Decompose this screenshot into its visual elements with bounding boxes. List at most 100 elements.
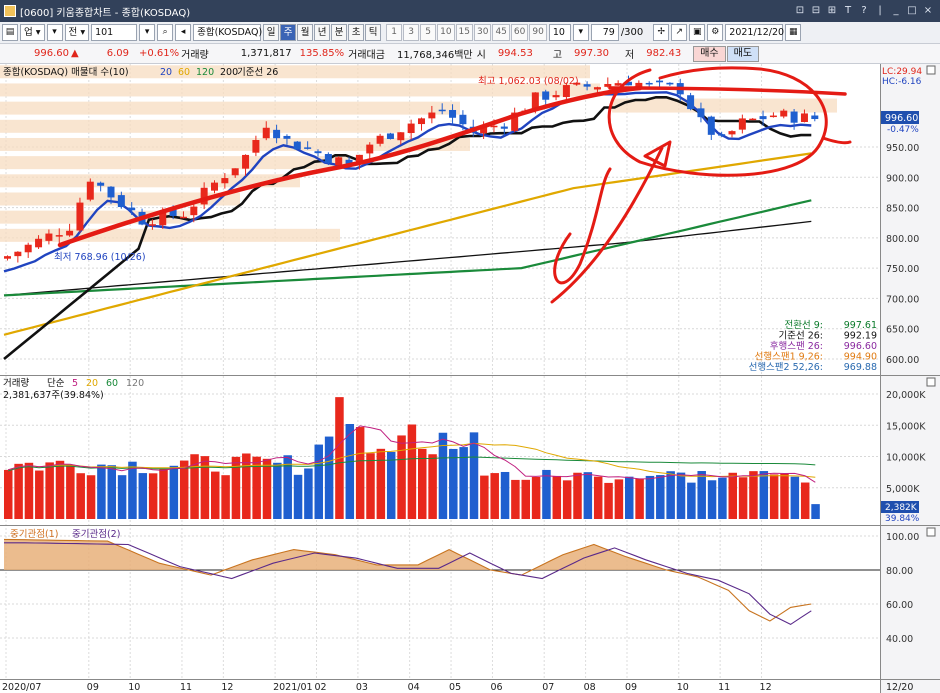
price-axis-label: 600.00 [886,355,919,366]
chevron-down-icon[interactable]: ▾ [46,24,63,41]
interval-button[interactable]: 5 [420,24,437,41]
search-icon[interactable]: ⌕ [157,24,174,41]
period-button[interactable]: 일 [263,24,280,41]
candle-body [107,186,115,198]
candle-body [128,207,136,211]
period-buttons: 일주월년분초틱 [263,24,382,41]
volume-legend-period: 20 [86,378,98,389]
volume-bar [552,475,562,519]
interval-button[interactable]: 3 [403,24,420,41]
chart-area[interactable]: 종합(KOSDAQ) 매물대 수(10) 20 60 120 200 기준선 26 최… [0,64,940,693]
interval-button[interactable]: 1 [386,24,403,41]
quote-low: 982.43 [646,48,682,59]
volume-bar [107,465,116,519]
volume-bar [542,469,551,519]
gear-icon[interactable]: ⚙ [707,24,724,41]
volume-bar [562,480,572,519]
calendar-icon[interactable]: ▦ [785,24,802,41]
quote-amount: 11,768,346백만 [396,50,473,61]
panel-close-icon[interactable] [926,377,936,387]
name-field[interactable]: 종합(KOSDAQ) [193,24,262,41]
period-button[interactable]: 월 [297,24,314,41]
interval-button[interactable]: 30 [474,24,492,41]
period-button[interactable]: 틱 [365,24,382,41]
candle-body [728,131,736,135]
period-button[interactable]: 년 [314,24,331,41]
candle-body [718,134,726,136]
prev-next-icon[interactable]: ◂ [175,24,192,41]
window-button[interactable]: ⊞ [826,4,838,17]
crosshair-icon[interactable]: ✢ [653,24,670,41]
low-label: 저 [625,50,635,61]
period-button[interactable]: 주 [280,24,297,41]
window-button[interactable]: □ [906,4,918,17]
code-dropdown-icon[interactable]: ▾ [139,24,156,41]
volume-axis-label: 10,000K [886,453,926,464]
time-axis-label: 10 [677,682,689,693]
window-button[interactable]: ⊡ [794,4,806,17]
volume-axis-label: 5,000K [886,484,920,495]
interval-dropdown-icon[interactable]: ▾ [572,24,589,41]
volume-bar [262,458,272,519]
panel-close-icon[interactable] [926,65,936,75]
current-price-pct: -0.47% [887,125,919,135]
candle-body [148,224,156,226]
sell-button[interactable]: 매도 [726,45,760,62]
candle-body [459,114,467,125]
volume-bar [500,471,510,519]
volume-bar [386,451,396,519]
price-legend-period: 200 [220,67,238,78]
interval-button[interactable]: 60 [510,24,529,41]
candle-body [273,129,281,139]
high-marker-label: 최고 1,062.03 (08/02) [478,76,579,87]
candle-body [252,140,260,153]
time-axis-label: 09 [625,682,637,693]
candle-body [697,108,705,118]
up-arrow-icon: ▲ [71,48,79,59]
interval-button[interactable]: 15 [455,24,473,41]
count-input[interactable]: 79 [590,24,619,41]
volume-bar [35,470,44,519]
interval-button[interactable]: 10 [437,24,455,41]
volume-bar [790,476,800,519]
code-input[interactable]: 101 [91,24,138,41]
candle-body [552,95,560,98]
compare-select[interactable]: 전 ▾ [64,24,90,41]
open-label: 시 [476,50,486,61]
volume-axis-label: 15,000K [886,421,926,432]
candle-body [438,109,446,112]
period-button[interactable]: 초 [348,24,365,41]
window-button[interactable]: × [922,4,934,17]
time-axis-label: 03 [356,682,368,693]
save-icon[interactable]: ▣ [689,24,706,41]
date-input[interactable]: 2021/12/20 [725,24,784,41]
volume-bar [759,471,769,519]
window-button[interactable]: T [842,4,854,17]
window-button[interactable]: ? [858,4,870,17]
drawing-icon[interactable]: ↗ [671,24,688,41]
market-select[interactable]: 업 ▾ [20,24,45,41]
candle-body [800,113,808,123]
price-axis-label: 900.00 [886,173,919,184]
volume-bar [66,464,75,519]
window-button[interactable]: _ [890,4,902,17]
buy-button[interactable]: 매수 [693,45,726,62]
chart-menu-icon[interactable]: ▤ [2,24,18,41]
window-button[interactable]: ⊟ [810,4,822,17]
time-axis-label: 2021/01 [273,682,312,693]
candle-body [593,87,601,90]
period-button[interactable]: 분 [331,24,348,41]
interval-button[interactable]: 45 [492,24,510,41]
osc-panel-bg [0,525,880,679]
interval-button[interactable]: 90 [529,24,547,41]
panel-close-icon[interactable] [926,527,936,537]
volume-legend-type: 단순 [47,378,65,389]
interval-input[interactable]: 10 [548,24,571,41]
window-button[interactable]: | [874,4,886,17]
time-axis-label: 11 [180,682,192,693]
volume-bar [718,477,727,519]
volume-bar [169,465,179,519]
time-axis-label: 12 [221,682,233,693]
quote-bar: 996.60 ▲ 6.09 +0.61% 거래량 1,371,817 135.8… [0,44,940,64]
price-axis-label: 700.00 [886,294,919,305]
